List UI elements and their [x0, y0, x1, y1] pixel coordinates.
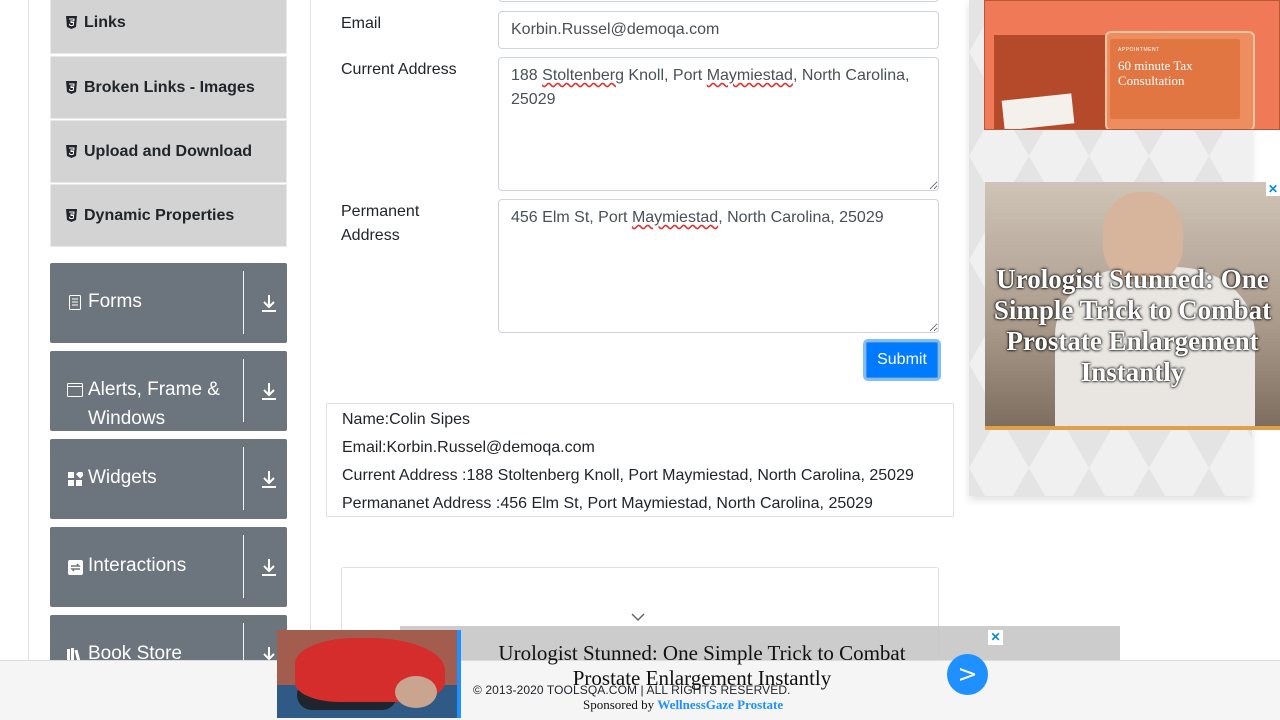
sidebar-group-label: Forms: [88, 291, 142, 312]
permanent-address-label: Permanent Address: [341, 203, 420, 244]
window-icon: [67, 382, 83, 398]
bottom-ad-headline[interactable]: Urologist Stunned: One Simple Trick to C…: [492, 641, 912, 691]
close-icon[interactable]: ✕: [1266, 182, 1280, 196]
sidebar-item-dynamic-properties[interactable]: Dynamic Properties: [50, 184, 287, 247]
sidebar-item-upload-download[interactable]: Upload and Download: [50, 120, 287, 183]
bottom-ad-image[interactable]: [277, 630, 461, 718]
ad-headline: Urologist Stunned: One Simple Trick to C…: [993, 264, 1272, 387]
sidebar-group-forms[interactable]: Forms: [50, 263, 287, 343]
bottom-ad-sponsor: Sponsored by WellnessGaze Prostate: [583, 697, 784, 712]
email-value: Korbin.Russel@demoqa.com: [511, 21, 720, 38]
sidebar-item-label: Broken Links - Images: [84, 78, 255, 96]
divider: [243, 271, 244, 334]
html5-icon: [65, 16, 78, 30]
interactions-icon: [67, 559, 83, 575]
sidebar-left-border: [28, 0, 29, 720]
ad-tax-consultation[interactable]: APPOINTMENT 60 minute Tax Consultation: [984, 0, 1280, 130]
ad-card-inner: APPOINTMENT 60 minute Tax Consultation: [1110, 39, 1240, 119]
divider: [243, 447, 244, 510]
divider: [243, 535, 244, 598]
download-arrow-icon[interactable]: [259, 380, 279, 402]
html5-icon: [65, 209, 78, 223]
sidebar-group-label: Interactions: [88, 555, 187, 576]
ad-card-title: 60 minute Tax Consultation: [1118, 58, 1193, 88]
sidebar-group-interactions[interactable]: Interactions: [50, 527, 287, 607]
sidebar-item-label: Links: [84, 13, 126, 31]
widgets-icon: [67, 471, 83, 487]
ad-urologist[interactable]: Urologist Stunned: One Simple Trick to C…: [985, 182, 1280, 430]
divider: [243, 359, 244, 422]
output-panel: Name:Colin Sipes Email:Korbin.Russel@dem…: [326, 403, 954, 517]
sidebar-item-broken-links[interactable]: Broken Links - Images: [50, 56, 287, 119]
submit-button[interactable]: Submit: [863, 339, 941, 381]
full-name-field[interactable]: [498, 0, 939, 2]
chevron-down-icon[interactable]: [631, 612, 645, 622]
html5-icon: [65, 145, 78, 159]
document-icon: [67, 294, 83, 310]
sidebar-item-links[interactable]: Links: [50, 0, 287, 54]
permanent-address-field[interactable]: 456 Elm St, Port Maymiestad, North Carol…: [498, 199, 939, 333]
current-address-field[interactable]: 188 Stoltenberg Knoll, Port Maymiestad, …: [498, 57, 939, 191]
email-label: Email: [341, 15, 382, 32]
current-address-label: Current Address: [341, 61, 457, 78]
output-permanent-address: Permananet Address :456 Elm St, Port May…: [342, 495, 873, 512]
sidebar-right-border: [310, 0, 311, 720]
download-arrow-icon[interactable]: [259, 292, 279, 314]
download-arrow-icon[interactable]: [259, 556, 279, 578]
sponsor-brand-link[interactable]: WellnessGaze Prostate: [657, 697, 783, 712]
output-current-address: Current Address :188 Stoltenberg Knoll, …: [342, 467, 914, 484]
permanent-address-text: 456 Elm St, Port Maymiestad, North Carol…: [511, 209, 884, 226]
ad-card-small: APPOINTMENT: [1118, 47, 1160, 53]
download-arrow-icon[interactable]: [259, 468, 279, 490]
current-address-text: 188 Stoltenberg Knoll, Port Maymiestad, …: [511, 67, 910, 108]
close-icon[interactable]: ✕: [988, 630, 1003, 645]
sidebar-group-label: Alerts, Frame & Windows: [88, 379, 220, 429]
sidebar-item-label: Dynamic Properties: [84, 206, 235, 224]
sidebar-group-widgets[interactable]: Widgets: [50, 439, 287, 519]
sidebar-group-label: Widgets: [88, 467, 157, 488]
email-field[interactable]: Korbin.Russel@demoqa.com: [498, 11, 939, 49]
sidebar-item-label: Upload and Download: [84, 142, 252, 160]
html5-icon: [65, 81, 78, 95]
ad-go-button[interactable]: >: [947, 654, 988, 695]
output-email: Email:Korbin.Russel@demoqa.com: [342, 439, 595, 456]
output-name: Name:Colin Sipes: [342, 411, 471, 428]
sidebar-group-alerts[interactable]: Alerts, Frame & Windows: [50, 351, 287, 431]
